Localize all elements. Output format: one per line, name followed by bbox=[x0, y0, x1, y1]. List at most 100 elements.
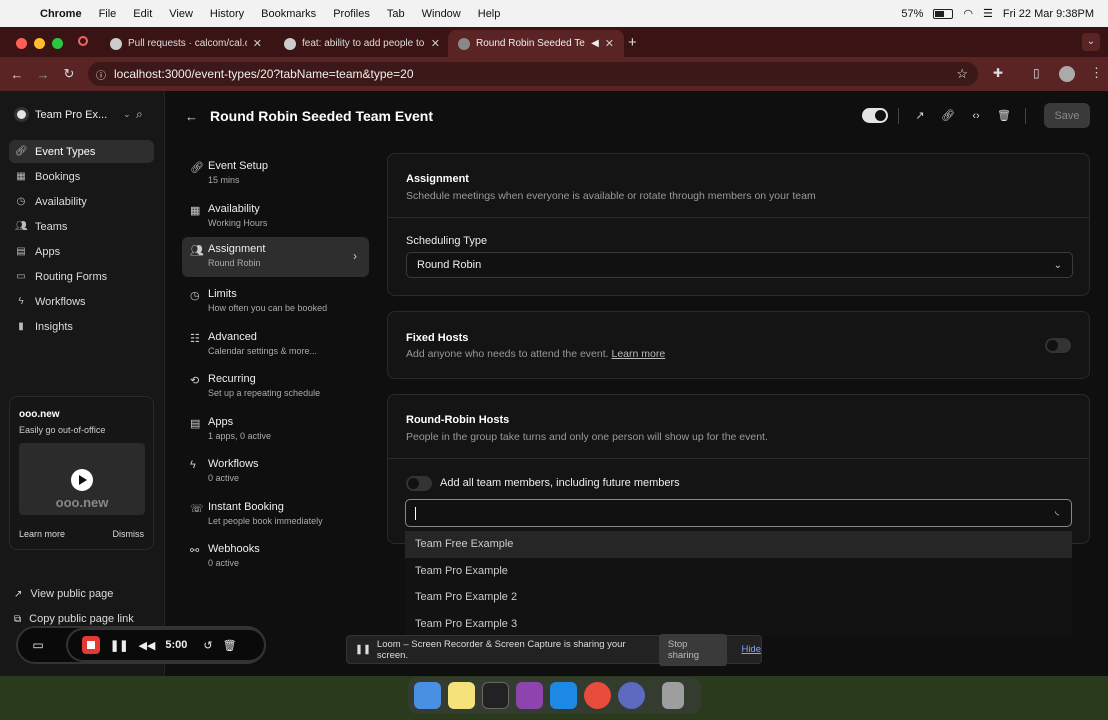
extensions-icon[interactable]: ✚ bbox=[993, 66, 1003, 80]
pause-icon[interactable]: ❚❚ bbox=[110, 639, 128, 652]
menu-history[interactable]: History bbox=[210, 8, 244, 20]
wifi-icon[interactable]: ◠ bbox=[963, 7, 973, 20]
copy-link-icon[interactable]: 🔗︎ bbox=[937, 105, 959, 127]
finder-icon[interactable] bbox=[414, 682, 441, 709]
vscode-icon[interactable] bbox=[550, 682, 577, 709]
tab-workflows[interactable]: ϟ Workflows 0 active bbox=[182, 452, 369, 492]
tab-event-setup[interactable]: 🔗︎ Event Setup 15 mins bbox=[182, 154, 369, 194]
delete-icon[interactable]: 🗑︎ bbox=[993, 105, 1015, 127]
tab-search-icon[interactable]: ⌄ bbox=[1082, 33, 1100, 51]
trash-icon[interactable] bbox=[662, 682, 684, 709]
sidebar-item-event-types[interactable]: 🔗︎ Event Types bbox=[9, 140, 154, 163]
new-tab-button[interactable]: + bbox=[628, 34, 637, 51]
menu-chrome[interactable]: Chrome bbox=[40, 8, 82, 20]
tab-assignment[interactable]: 👥︎ Assignment Round Robin › bbox=[182, 237, 369, 277]
chrome-tabbar: Pull requests · calcom/cal.com ✕ feat: a… bbox=[0, 27, 1108, 57]
menu-file[interactable]: File bbox=[99, 8, 117, 20]
battery-icon[interactable] bbox=[933, 8, 954, 19]
sidebar-item-teams[interactable]: 👥︎ Teams bbox=[9, 215, 154, 238]
menu-help[interactable]: Help bbox=[478, 8, 501, 20]
tab-title: Pull requests · calcom/cal.com bbox=[128, 38, 247, 49]
reload-icon[interactable]: ↻ bbox=[56, 66, 82, 82]
hidden-toggle[interactable] bbox=[862, 108, 888, 123]
copy-public-link[interactable]: ⧉ Copy public page link bbox=[14, 613, 134, 625]
scheduling-type-select[interactable]: Round Robin ⌄ bbox=[406, 252, 1073, 278]
stop-recording-button[interactable] bbox=[82, 636, 100, 654]
play-icon[interactable] bbox=[71, 469, 93, 491]
speaker-icon[interactable]: ◀ bbox=[591, 38, 599, 49]
forward-icon[interactable]: → bbox=[30, 67, 56, 82]
embed-code-icon[interactable]: ‹› bbox=[965, 105, 987, 127]
minimize-window-button[interactable] bbox=[34, 38, 45, 49]
hide-button[interactable]: Hide bbox=[741, 644, 761, 655]
tab-instant-booking[interactable]: ☏ Instant Booking Let people book immediat… bbox=[182, 495, 369, 535]
menu-edit[interactable]: Edit bbox=[133, 8, 152, 20]
linear-icon[interactable] bbox=[618, 682, 645, 709]
tab-round-robin[interactable]: Round Robin Seeded Team ◀ ✕ bbox=[448, 30, 624, 57]
sidebar-item-insights[interactable]: ▮ Insights bbox=[9, 315, 154, 338]
save-button[interactable]: Save bbox=[1044, 103, 1090, 128]
sidebar-item-availability[interactable]: ◷ Availability bbox=[9, 190, 154, 213]
control-center-icon[interactable]: ☰ bbox=[983, 7, 993, 20]
promo-dismiss-button[interactable]: Dismiss bbox=[113, 529, 145, 539]
tab-feat[interactable]: feat: ability to add people to t ✕ bbox=[274, 30, 450, 57]
notes-icon[interactable] bbox=[448, 682, 475, 709]
back-icon[interactable]: ← bbox=[4, 67, 30, 82]
option-team-pro-example[interactable]: Team Pro Example bbox=[405, 558, 1072, 585]
team-switcher[interactable]: Team Pro Ex... ⌄ bbox=[14, 107, 131, 122]
option-team-pro-example-3[interactable]: Team Pro Example 3 bbox=[405, 611, 1072, 638]
site-info-icon[interactable]: ⓘ bbox=[96, 67, 106, 82]
promo-learn-more-link[interactable]: Learn more bbox=[19, 529, 65, 539]
close-window-button[interactable] bbox=[16, 38, 27, 49]
sidebar-item-bookings[interactable]: ▦ Bookings bbox=[9, 165, 154, 188]
learn-more-link[interactable]: Learn more bbox=[612, 348, 666, 360]
host-search-input[interactable]: ◟ bbox=[405, 499, 1072, 527]
sidepanel-icon[interactable]: ▯ bbox=[1033, 66, 1040, 80]
stop-sharing-button[interactable]: Stop sharing bbox=[658, 633, 728, 666]
rewind-icon[interactable]: ◀◀ bbox=[138, 639, 155, 652]
menu-view[interactable]: View bbox=[169, 8, 193, 20]
add-all-members-toggle[interactable] bbox=[406, 476, 432, 491]
close-icon[interactable]: ✕ bbox=[253, 37, 262, 50]
tab-availability[interactable]: ▦ Availability Working Hours bbox=[182, 197, 369, 237]
sidebar-item-apps[interactable]: ▤ Apps bbox=[9, 240, 154, 263]
close-icon[interactable]: ✕ bbox=[431, 37, 440, 50]
tab-apps[interactable]: ▤ Apps 1 apps, 0 active bbox=[182, 410, 369, 450]
tab-recurring[interactable]: ⟲ Recurring Set up a repeating schedule bbox=[182, 367, 369, 407]
clock[interactable]: Fri 22 Mar 9:38PM bbox=[1003, 8, 1094, 20]
tab-pull-requests[interactable]: Pull requests · calcom/cal.com ✕ bbox=[100, 30, 272, 57]
tab-webhooks[interactable]: ⚯ Webhooks 0 active bbox=[182, 537, 369, 577]
promo-video[interactable]: ooo.new bbox=[19, 443, 145, 515]
menu-tab[interactable]: Tab bbox=[387, 8, 405, 20]
menu-bookmarks[interactable]: Bookmarks bbox=[261, 8, 316, 20]
view-public-page-link[interactable]: ↗ View public page bbox=[14, 588, 113, 600]
menu-window[interactable]: Window bbox=[422, 8, 461, 20]
tab-sub: Set up a repeating schedule bbox=[208, 388, 321, 398]
tab-advanced[interactable]: ☷ Advanced Calendar settings & more... bbox=[182, 325, 369, 365]
chrome-icon[interactable] bbox=[584, 682, 611, 709]
terminal-icon[interactable] bbox=[482, 682, 509, 709]
fixed-hosts-toggle[interactable] bbox=[1045, 338, 1071, 353]
back-arrow-icon[interactable]: ← bbox=[185, 109, 198, 124]
close-icon[interactable]: ✕ bbox=[605, 37, 614, 50]
sidebar-item-routing-forms[interactable]: ▭ Routing Forms bbox=[9, 265, 154, 288]
option-team-pro-example-2[interactable]: Team Pro Example 2 bbox=[405, 584, 1072, 611]
preview-icon[interactable]: ↗ bbox=[909, 105, 931, 127]
url-field[interactable]: ⓘ localhost:3000/event-types/20?tabName=… bbox=[88, 62, 978, 86]
github-desktop-icon[interactable] bbox=[516, 682, 543, 709]
bookmark-star-icon[interactable]: ☆ bbox=[956, 66, 968, 82]
search-icon[interactable]: ⌕ bbox=[136, 107, 143, 122]
menu-kebab-icon[interactable]: ⋮ bbox=[1090, 65, 1103, 81]
camera-icon[interactable]: ▭ bbox=[18, 628, 58, 662]
tab-limits[interactable]: ◷ Limits How often you can be booked bbox=[182, 282, 369, 322]
calcom-icon bbox=[458, 37, 470, 50]
restart-icon[interactable]: ↺ bbox=[203, 639, 212, 652]
apple-icon[interactable] bbox=[14, 7, 28, 21]
trash-icon[interactable]: 🗑︎ bbox=[223, 639, 237, 652]
profile-avatar[interactable] bbox=[1059, 66, 1075, 82]
subtitle-text: Add anyone who needs to attend the event… bbox=[406, 348, 609, 360]
sidebar-item-workflows[interactable]: ϟ Workflows bbox=[9, 290, 154, 313]
zoom-window-button[interactable] bbox=[52, 38, 63, 49]
option-team-free-example[interactable]: Team Free Example bbox=[405, 531, 1072, 558]
menu-profiles[interactable]: Profiles bbox=[333, 8, 370, 20]
